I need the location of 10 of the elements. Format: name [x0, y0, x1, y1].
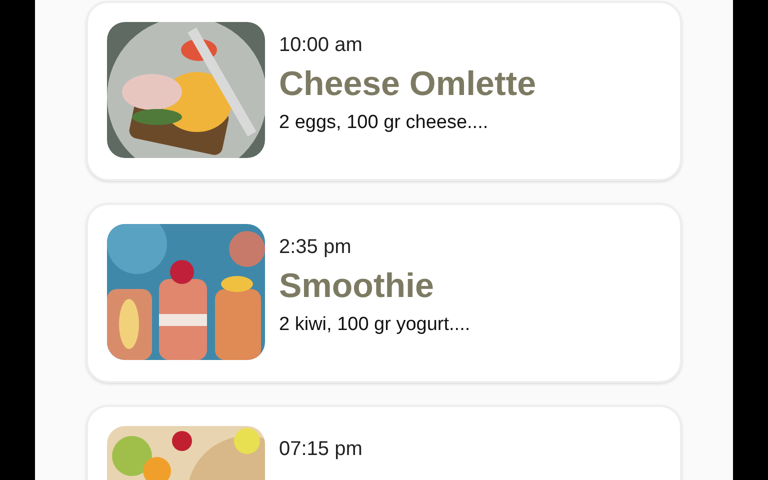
meal-name: Cheese Omlette [279, 64, 536, 105]
meal-card[interactable]: 10:00 am Cheese Omlette 2 eggs, 100 gr cheese.... [86, 1, 682, 181]
meal-time: 2:35 pm [279, 235, 352, 260]
meal-time: 10:00 am [279, 33, 364, 58]
meal-card[interactable]: 07:15 pm [86, 405, 682, 480]
meal-ingredients: 2 eggs, 100 gr cheese.... [279, 111, 490, 135]
meal-card[interactable]: 2:35 pm Smoothie 2 kiwi, 100 gr yogurt.... [86, 203, 682, 383]
meal-name: Smoothie [279, 266, 435, 307]
meal-ingredients: 2 kiwi, 100 gr yogurt.... [279, 313, 470, 337]
meal-time: 07:15 pm [279, 437, 362, 462]
